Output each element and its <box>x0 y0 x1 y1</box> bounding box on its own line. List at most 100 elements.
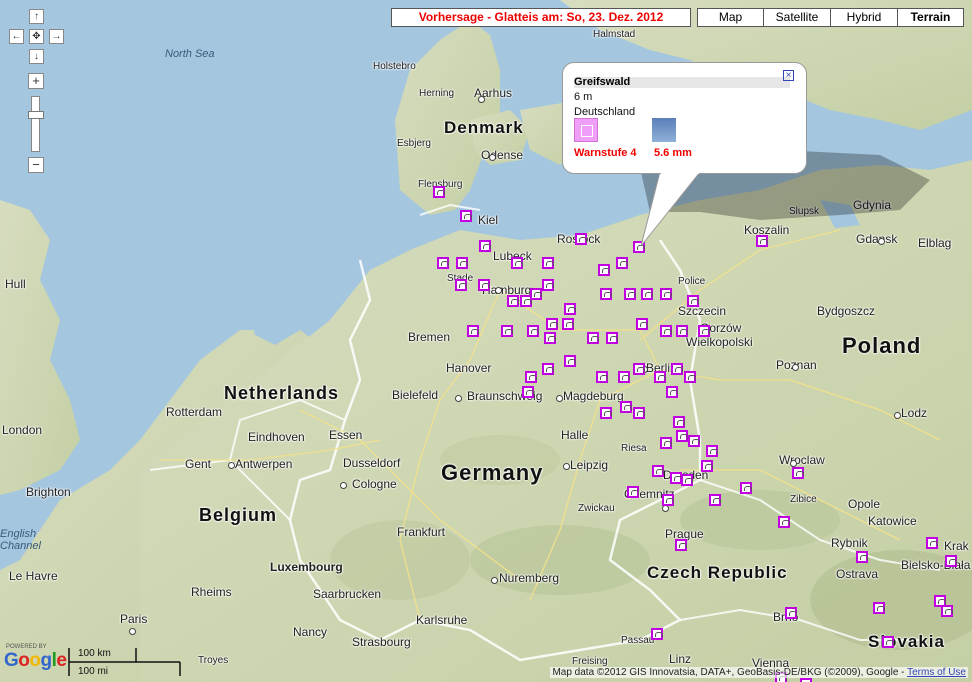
attribution-text: Map data ©2012 GIS Innovatsia, DATA+, Ge… <box>552 667 908 678</box>
weather-station-marker[interactable] <box>652 465 664 477</box>
popup-shadow <box>640 150 930 220</box>
weather-station-marker[interactable] <box>501 325 513 337</box>
pan-center-icon[interactable]: ✥ <box>29 29 44 44</box>
map-canvas[interactable]: North Sea English Channel Denmark Nether… <box>0 0 972 682</box>
popup-warning-level: Warnstufe 4 <box>574 147 637 159</box>
weather-station-marker[interactable] <box>479 240 491 252</box>
zoom-out-button[interactable]: − <box>28 157 44 173</box>
scale-km-label: 100 km <box>78 648 111 659</box>
weather-station-marker[interactable] <box>455 279 467 291</box>
weather-station-marker[interactable] <box>688 435 700 447</box>
weather-station-marker[interactable] <box>562 318 574 330</box>
map-type-terrain-button[interactable]: Terrain <box>897 8 964 27</box>
scale-mi-label: 100 mi <box>78 666 109 677</box>
weather-station-marker[interactable] <box>564 303 576 315</box>
weather-station-marker[interactable] <box>873 602 885 614</box>
weather-station-marker[interactable] <box>706 445 718 457</box>
weather-station-marker[interactable] <box>633 407 645 419</box>
weather-station-marker[interactable] <box>542 257 554 269</box>
weather-station-marker[interactable] <box>627 486 639 498</box>
pan-right-icon[interactable]: → <box>49 29 64 44</box>
pan-down-icon[interactable]: ↓ <box>29 49 44 64</box>
weather-station-marker[interactable] <box>882 636 894 648</box>
weather-station-marker[interactable] <box>544 332 556 344</box>
weather-station-marker[interactable] <box>778 516 790 528</box>
weather-station-marker[interactable] <box>756 235 768 247</box>
forecast-date-label: Vorhersage - Glatteis am: So, 23. Dez. 2… <box>391 8 691 27</box>
weather-station-marker[interactable] <box>507 295 519 307</box>
weather-station-marker[interactable] <box>941 605 953 617</box>
weather-station-marker[interactable] <box>660 325 672 337</box>
weather-station-marker[interactable] <box>681 474 693 486</box>
weather-station-marker[interactable] <box>945 555 957 567</box>
weather-station-marker[interactable] <box>546 318 558 330</box>
weather-station-marker[interactable] <box>433 186 445 198</box>
pan-up-icon[interactable]: ↑ <box>29 9 44 24</box>
weather-station-marker[interactable] <box>675 539 687 551</box>
weather-station-marker[interactable] <box>511 257 523 269</box>
weather-station-marker[interactable] <box>800 678 812 682</box>
weather-station-marker[interactable] <box>606 332 618 344</box>
weather-station-marker[interactable] <box>785 607 797 619</box>
weather-station-marker[interactable] <box>633 241 645 253</box>
weather-station-marker[interactable] <box>660 437 672 449</box>
weather-station-marker[interactable] <box>456 257 468 269</box>
weather-station-marker[interactable] <box>527 325 539 337</box>
weather-station-marker[interactable] <box>542 363 554 375</box>
weather-station-marker[interactable] <box>618 371 630 383</box>
popup-precipitation: 5.6 mm <box>654 147 692 159</box>
weather-station-marker[interactable] <box>525 371 537 383</box>
weather-station-marker[interactable] <box>673 416 685 428</box>
weather-station-marker[interactable] <box>792 467 804 479</box>
weather-station-marker[interactable] <box>636 318 648 330</box>
weather-station-marker[interactable] <box>530 288 542 300</box>
weather-station-marker[interactable] <box>600 288 612 300</box>
weather-station-marker[interactable] <box>624 288 636 300</box>
weather-station-marker[interactable] <box>598 264 610 276</box>
zoom-slider-track[interactable] <box>31 96 40 152</box>
map-type-switcher: Map Satellite Hybrid Terrain <box>697 8 964 27</box>
weather-station-marker[interactable] <box>596 371 608 383</box>
zoom-in-button[interactable]: + <box>28 73 44 89</box>
weather-station-marker[interactable] <box>701 460 713 472</box>
weather-station-marker[interactable] <box>600 407 612 419</box>
weather-station-marker[interactable] <box>575 233 587 245</box>
weather-station-marker[interactable] <box>467 325 479 337</box>
weather-station-marker[interactable] <box>660 288 672 300</box>
weather-station-marker[interactable] <box>460 210 472 222</box>
weather-station-marker[interactable] <box>856 551 868 563</box>
weather-station-marker[interactable] <box>616 257 628 269</box>
weather-station-marker[interactable] <box>542 279 554 291</box>
popup-country: Deutschland <box>574 106 636 118</box>
zoom-slider-handle[interactable] <box>28 111 44 119</box>
weather-station-marker[interactable] <box>671 363 683 375</box>
terms-of-use-link[interactable]: Terms of Use <box>907 667 966 678</box>
weather-station-marker[interactable] <box>666 386 678 398</box>
weather-station-marker[interactable] <box>641 288 653 300</box>
weather-station-marker[interactable] <box>651 628 663 640</box>
precipitation-icon <box>652 118 676 142</box>
map-type-satellite-button[interactable]: Satellite <box>763 8 831 27</box>
weather-station-marker[interactable] <box>633 363 645 375</box>
weather-station-marker[interactable] <box>522 386 534 398</box>
weather-station-marker[interactable] <box>654 371 666 383</box>
weather-station-marker[interactable] <box>587 332 599 344</box>
weather-station-marker[interactable] <box>687 295 699 307</box>
weather-station-marker[interactable] <box>437 257 449 269</box>
weather-station-marker[interactable] <box>564 355 576 367</box>
weather-station-marker[interactable] <box>926 537 938 549</box>
weather-station-marker[interactable] <box>740 482 752 494</box>
weather-station-marker[interactable] <box>676 325 688 337</box>
map-type-hybrid-button[interactable]: Hybrid <box>830 8 898 27</box>
weather-station-marker[interactable] <box>698 325 710 337</box>
weather-station-marker[interactable] <box>620 401 632 413</box>
weather-station-marker[interactable] <box>676 430 688 442</box>
weather-station-marker[interactable] <box>478 279 490 291</box>
weather-station-marker[interactable] <box>709 494 721 506</box>
weather-station-marker[interactable] <box>684 371 696 383</box>
pan-left-icon[interactable]: ← <box>9 29 24 44</box>
popup-close-icon[interactable]: × <box>783 70 794 81</box>
google-logo[interactable]: Google <box>4 650 67 672</box>
weather-station-marker[interactable] <box>662 494 674 506</box>
map-type-map-button[interactable]: Map <box>697 8 764 27</box>
